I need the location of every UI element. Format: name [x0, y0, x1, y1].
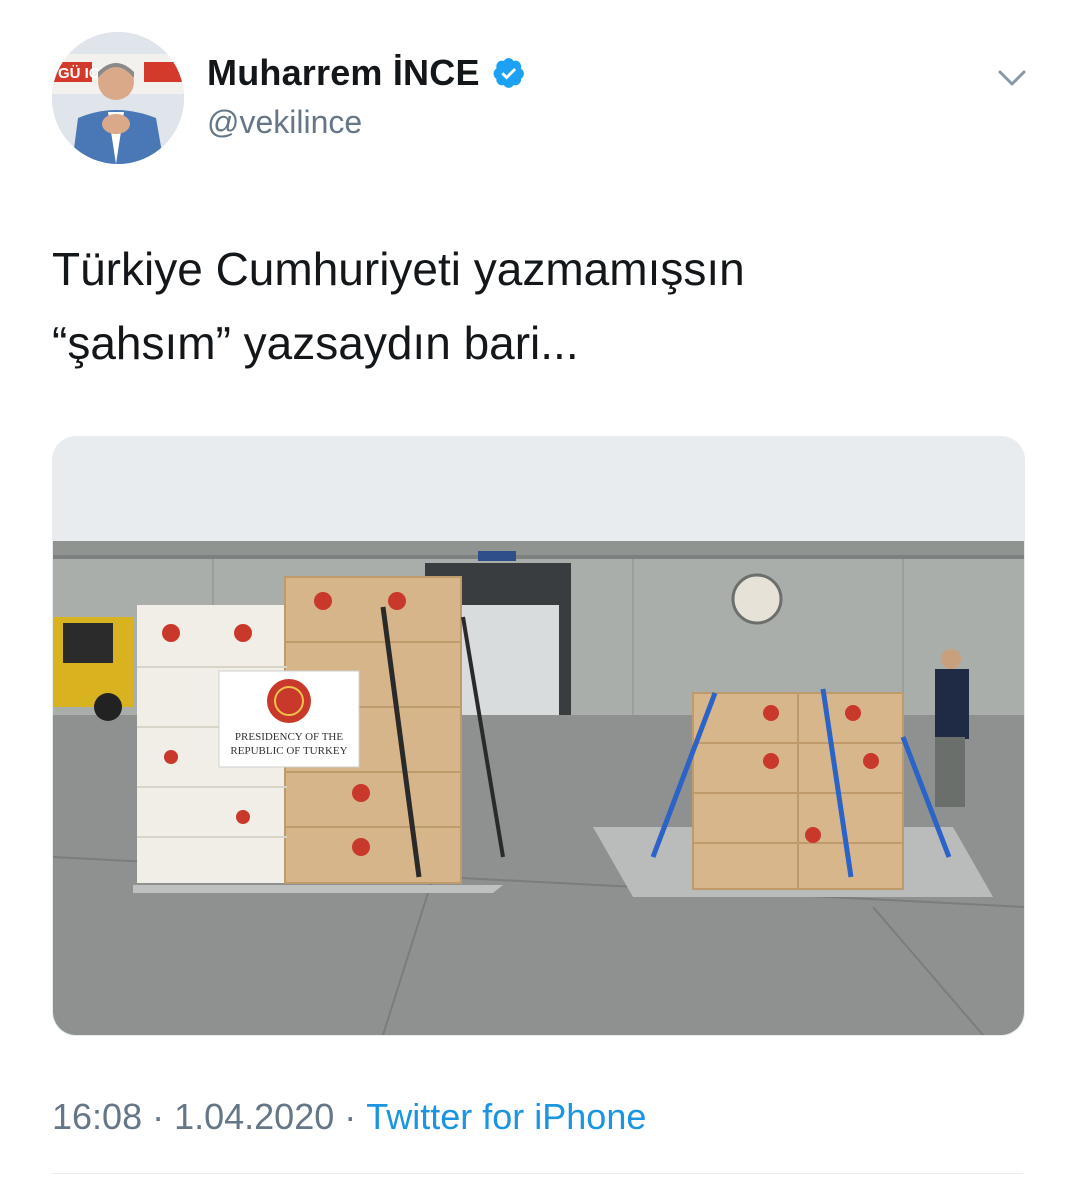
label-line-2: REPUBLIC OF TURKEY — [230, 745, 347, 757]
tweet-text-line: Türkiye Cumhuriyeti yazmamışsın — [52, 243, 745, 295]
tweet-date[interactable]: 1.04.2020 — [174, 1096, 334, 1138]
meta-separator: · — [152, 1096, 165, 1137]
photo-of-aid-pallets-icon: PRESIDENCY OF THE REPUBLIC OF TURKEY — [53, 437, 1024, 1035]
tweet-text: Türkiye Cumhuriyeti yazmamışsın “şahsım”… — [52, 232, 1012, 380]
divider — [52, 1173, 1023, 1174]
avatar[interactable]: GÜ ICE — [52, 32, 184, 164]
verified-badge-icon — [493, 58, 524, 88]
author-name-row[interactable]: Muharrem İNCE — [207, 52, 526, 94]
tweet-source-link[interactable]: Twitter for iPhone — [366, 1096, 646, 1138]
meta-separator: · — [344, 1096, 357, 1137]
label-line-1: PRESIDENCY OF THE — [235, 731, 343, 743]
avatar-photo: GÜ ICE — [52, 32, 184, 164]
tweet-time[interactable]: 16:08 — [52, 1096, 142, 1138]
author-handle[interactable]: @vekilince — [207, 104, 362, 141]
tweet-text-line: “şahsım” yazsaydın bari... — [52, 317, 579, 369]
chevron-down-icon[interactable] — [996, 66, 1028, 90]
tweet-meta: 16:08 · 1.04.2020 · Twitter for iPhone — [52, 1096, 646, 1138]
tweet-media-photo[interactable]: PRESIDENCY OF THE REPUBLIC OF TURKEY — [52, 436, 1025, 1036]
display-name[interactable]: Muharrem İNCE — [207, 52, 480, 94]
